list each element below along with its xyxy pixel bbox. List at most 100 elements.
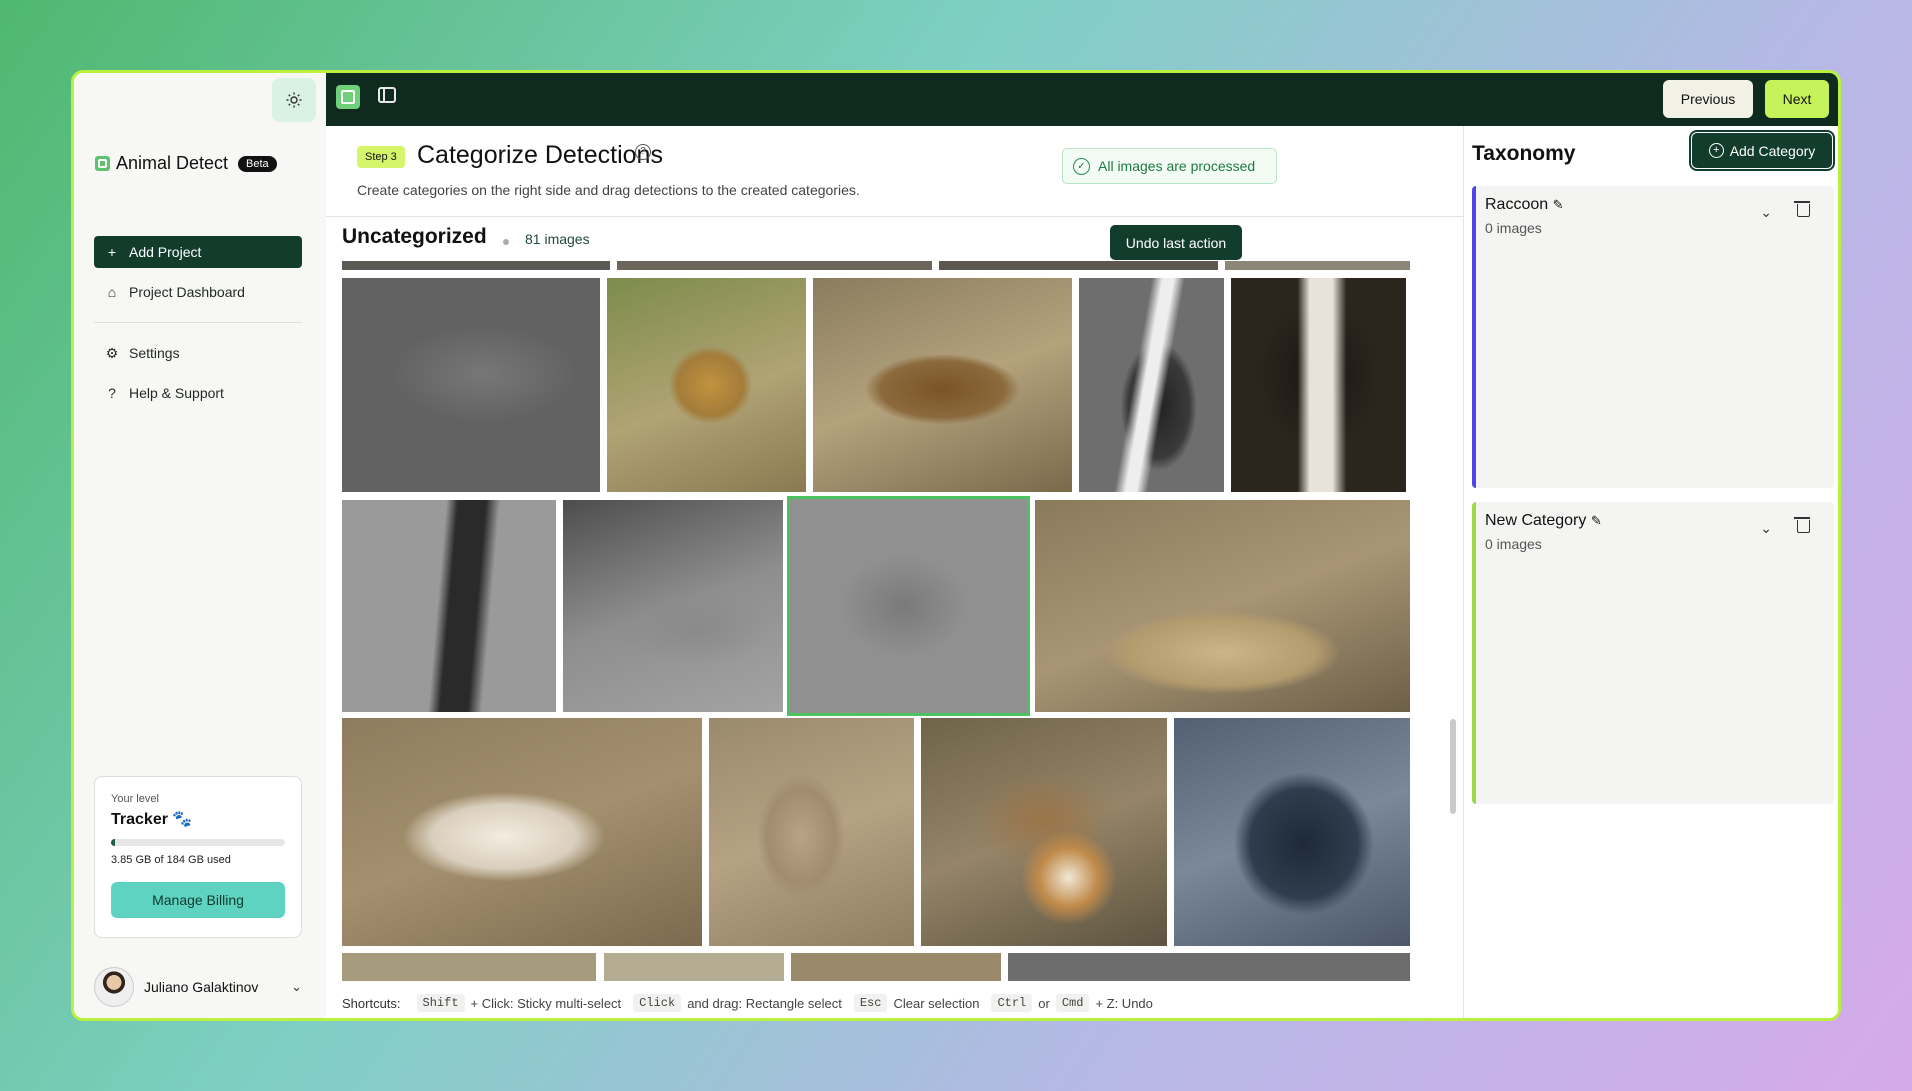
detection-thumbnail[interactable] <box>939 261 1218 270</box>
sidebar: Animal Detect Beta + Add Project ⌂ Proje… <box>74 73 327 1018</box>
shortcuts-bar: Shortcuts: Shift + Click: Sticky multi-s… <box>342 994 1159 1012</box>
storage-usage: 3.85 GB of 184 GB used <box>111 854 231 866</box>
add-category-label: Add Category <box>1729 142 1816 159</box>
shortcut-desc: + Click: Sticky multi-select <box>470 995 622 1011</box>
key-ctrl: Ctrl <box>991 994 1033 1012</box>
scrollbar[interactable] <box>1450 264 1456 984</box>
detection-thumbnail[interactable] <box>342 718 702 946</box>
category-name-text: Raccoon <box>1485 196 1549 213</box>
settings-label: Settings <box>129 345 180 361</box>
page-title: Categorize Detections <box>417 141 663 169</box>
key-esc: Esc <box>853 994 888 1012</box>
detection-thumbnail[interactable] <box>1174 718 1410 946</box>
help-icon[interactable]: ? <box>635 144 651 160</box>
detection-thumbnail[interactable] <box>1035 500 1410 712</box>
sidebar-toggle-icon[interactable] <box>378 87 396 103</box>
detection-thumbnail[interactable] <box>791 953 1001 981</box>
shortcuts-label: Shortcuts: <box>342 995 401 1011</box>
trash-icon[interactable] <box>1794 201 1810 217</box>
detection-thumbnail[interactable] <box>604 953 784 981</box>
user-menu[interactable]: Juliano Galaktinov ⌄ <box>94 967 302 1007</box>
chevron-down-icon[interactable]: ⌄ <box>1760 204 1772 221</box>
detection-thumbnail-selected[interactable] <box>787 496 1030 716</box>
chevron-down-icon: ⌄ <box>291 979 302 994</box>
theme-toggle-button[interactable] <box>272 78 316 122</box>
undo-button[interactable]: Undo last action <box>1110 225 1242 260</box>
detection-thumbnail[interactable] <box>342 953 596 981</box>
level-caption: Your level <box>111 793 159 805</box>
dashboard-label: Project Dashboard <box>129 284 245 300</box>
category-name[interactable]: Raccoon ✎ <box>1485 196 1564 214</box>
step-badge: Step 3 <box>357 146 405 168</box>
category-card-new[interactable]: New Category ✎ 0 images ⌄ <box>1472 502 1834 804</box>
detection-thumbnail[interactable] <box>342 500 556 712</box>
plus-circle-icon: + <box>1708 143 1724 158</box>
detection-grid <box>342 261 1410 981</box>
detection-thumbnail[interactable] <box>1231 278 1406 492</box>
plus-icon: + <box>107 244 117 260</box>
detection-thumbnail[interactable] <box>813 278 1072 492</box>
sun-icon <box>286 92 302 108</box>
pencil-icon[interactable]: ✎ <box>1591 513 1602 528</box>
key-click: Click <box>633 994 682 1012</box>
level-card: Your level Tracker 🐾 3.85 GB of 184 GB u… <box>94 776 302 938</box>
processing-status: ✓ All images are processed <box>1062 148 1277 184</box>
detection-thumbnail[interactable] <box>1079 278 1224 492</box>
avatar <box>94 967 134 1007</box>
help-label: Help & Support <box>129 385 224 401</box>
brand-logo[interactable]: Animal Detect Beta <box>95 153 277 174</box>
add-category-button[interactable]: + Add Category <box>1689 130 1835 171</box>
shortcut-desc: Clear selection <box>893 995 980 1011</box>
nav-divider <box>94 322 302 323</box>
topbar: Previous Next <box>326 73 1838 126</box>
trash-icon[interactable] <box>1794 517 1810 533</box>
shortcut-desc: and drag: Rectangle select <box>687 995 842 1011</box>
add-project-label: Add Project <box>129 244 202 260</box>
help-circle-icon: ? <box>108 385 116 401</box>
level-name: Tracker 🐾 <box>111 811 193 828</box>
scrollbar-thumb[interactable] <box>1450 719 1456 814</box>
category-name[interactable]: New Category ✎ <box>1485 512 1602 530</box>
home-icon: ⌂ <box>107 284 117 300</box>
detection-thumbnail[interactable] <box>617 261 932 270</box>
category-count: 0 images <box>1485 536 1542 552</box>
check-circle-icon: ✓ <box>1073 157 1090 175</box>
category-count: 0 images <box>1485 220 1542 236</box>
detection-thumbnail[interactable] <box>1225 261 1410 270</box>
category-name-text: New Category <box>1485 512 1587 529</box>
beta-badge: Beta <box>238 155 277 172</box>
app-logo-icon[interactable] <box>336 85 360 109</box>
category-card-raccoon[interactable]: Raccoon ✎ 0 images ⌄ <box>1472 186 1834 488</box>
detection-thumbnail[interactable] <box>342 278 600 492</box>
key-shift: Shift <box>416 994 465 1012</box>
user-name: Juliano Galaktinov <box>144 979 259 995</box>
previous-button[interactable]: Previous <box>1663 80 1753 118</box>
section-title: Uncategorized <box>342 225 487 248</box>
logo-icon <box>95 156 110 171</box>
image-count: 81 images <box>525 231 590 247</box>
storage-progress-fill <box>111 839 115 846</box>
chevron-down-icon[interactable]: ⌄ <box>1760 520 1772 537</box>
sidebar-item-help[interactable]: ? Help & Support <box>94 377 302 409</box>
detection-thumbnail[interactable] <box>1008 953 1410 981</box>
detection-thumbnail[interactable] <box>921 718 1167 946</box>
sidebar-nav: + Add Project ⌂ Project Dashboard ⚙ Sett… <box>94 236 302 409</box>
brand-name: Animal Detect <box>116 153 229 173</box>
sidebar-item-settings[interactable]: ⚙ Settings <box>94 337 302 369</box>
shortcut-or: or <box>1038 995 1050 1011</box>
detection-thumbnail[interactable] <box>563 500 783 712</box>
pencil-icon[interactable]: ✎ <box>1553 197 1564 212</box>
key-cmd: Cmd <box>1055 994 1090 1012</box>
page-subtitle: Create categories on the right side and … <box>357 182 860 198</box>
manage-billing-button[interactable]: Manage Billing <box>111 882 285 918</box>
detection-thumbnail[interactable] <box>607 278 806 492</box>
detection-thumbnail[interactable] <box>709 718 914 946</box>
main-panel: Step 3 Categorize Detections ? Create ca… <box>326 126 1464 1018</box>
next-button[interactable]: Next <box>1765 80 1829 118</box>
sidebar-item-dashboard[interactable]: ⌂ Project Dashboard <box>94 276 302 308</box>
shortcut-desc: + Z: Undo <box>1095 995 1153 1011</box>
storage-progress-bar <box>111 839 285 846</box>
add-project-button[interactable]: + Add Project <box>94 236 302 268</box>
detection-thumbnail[interactable] <box>342 261 610 270</box>
separator-dot <box>503 239 509 245</box>
